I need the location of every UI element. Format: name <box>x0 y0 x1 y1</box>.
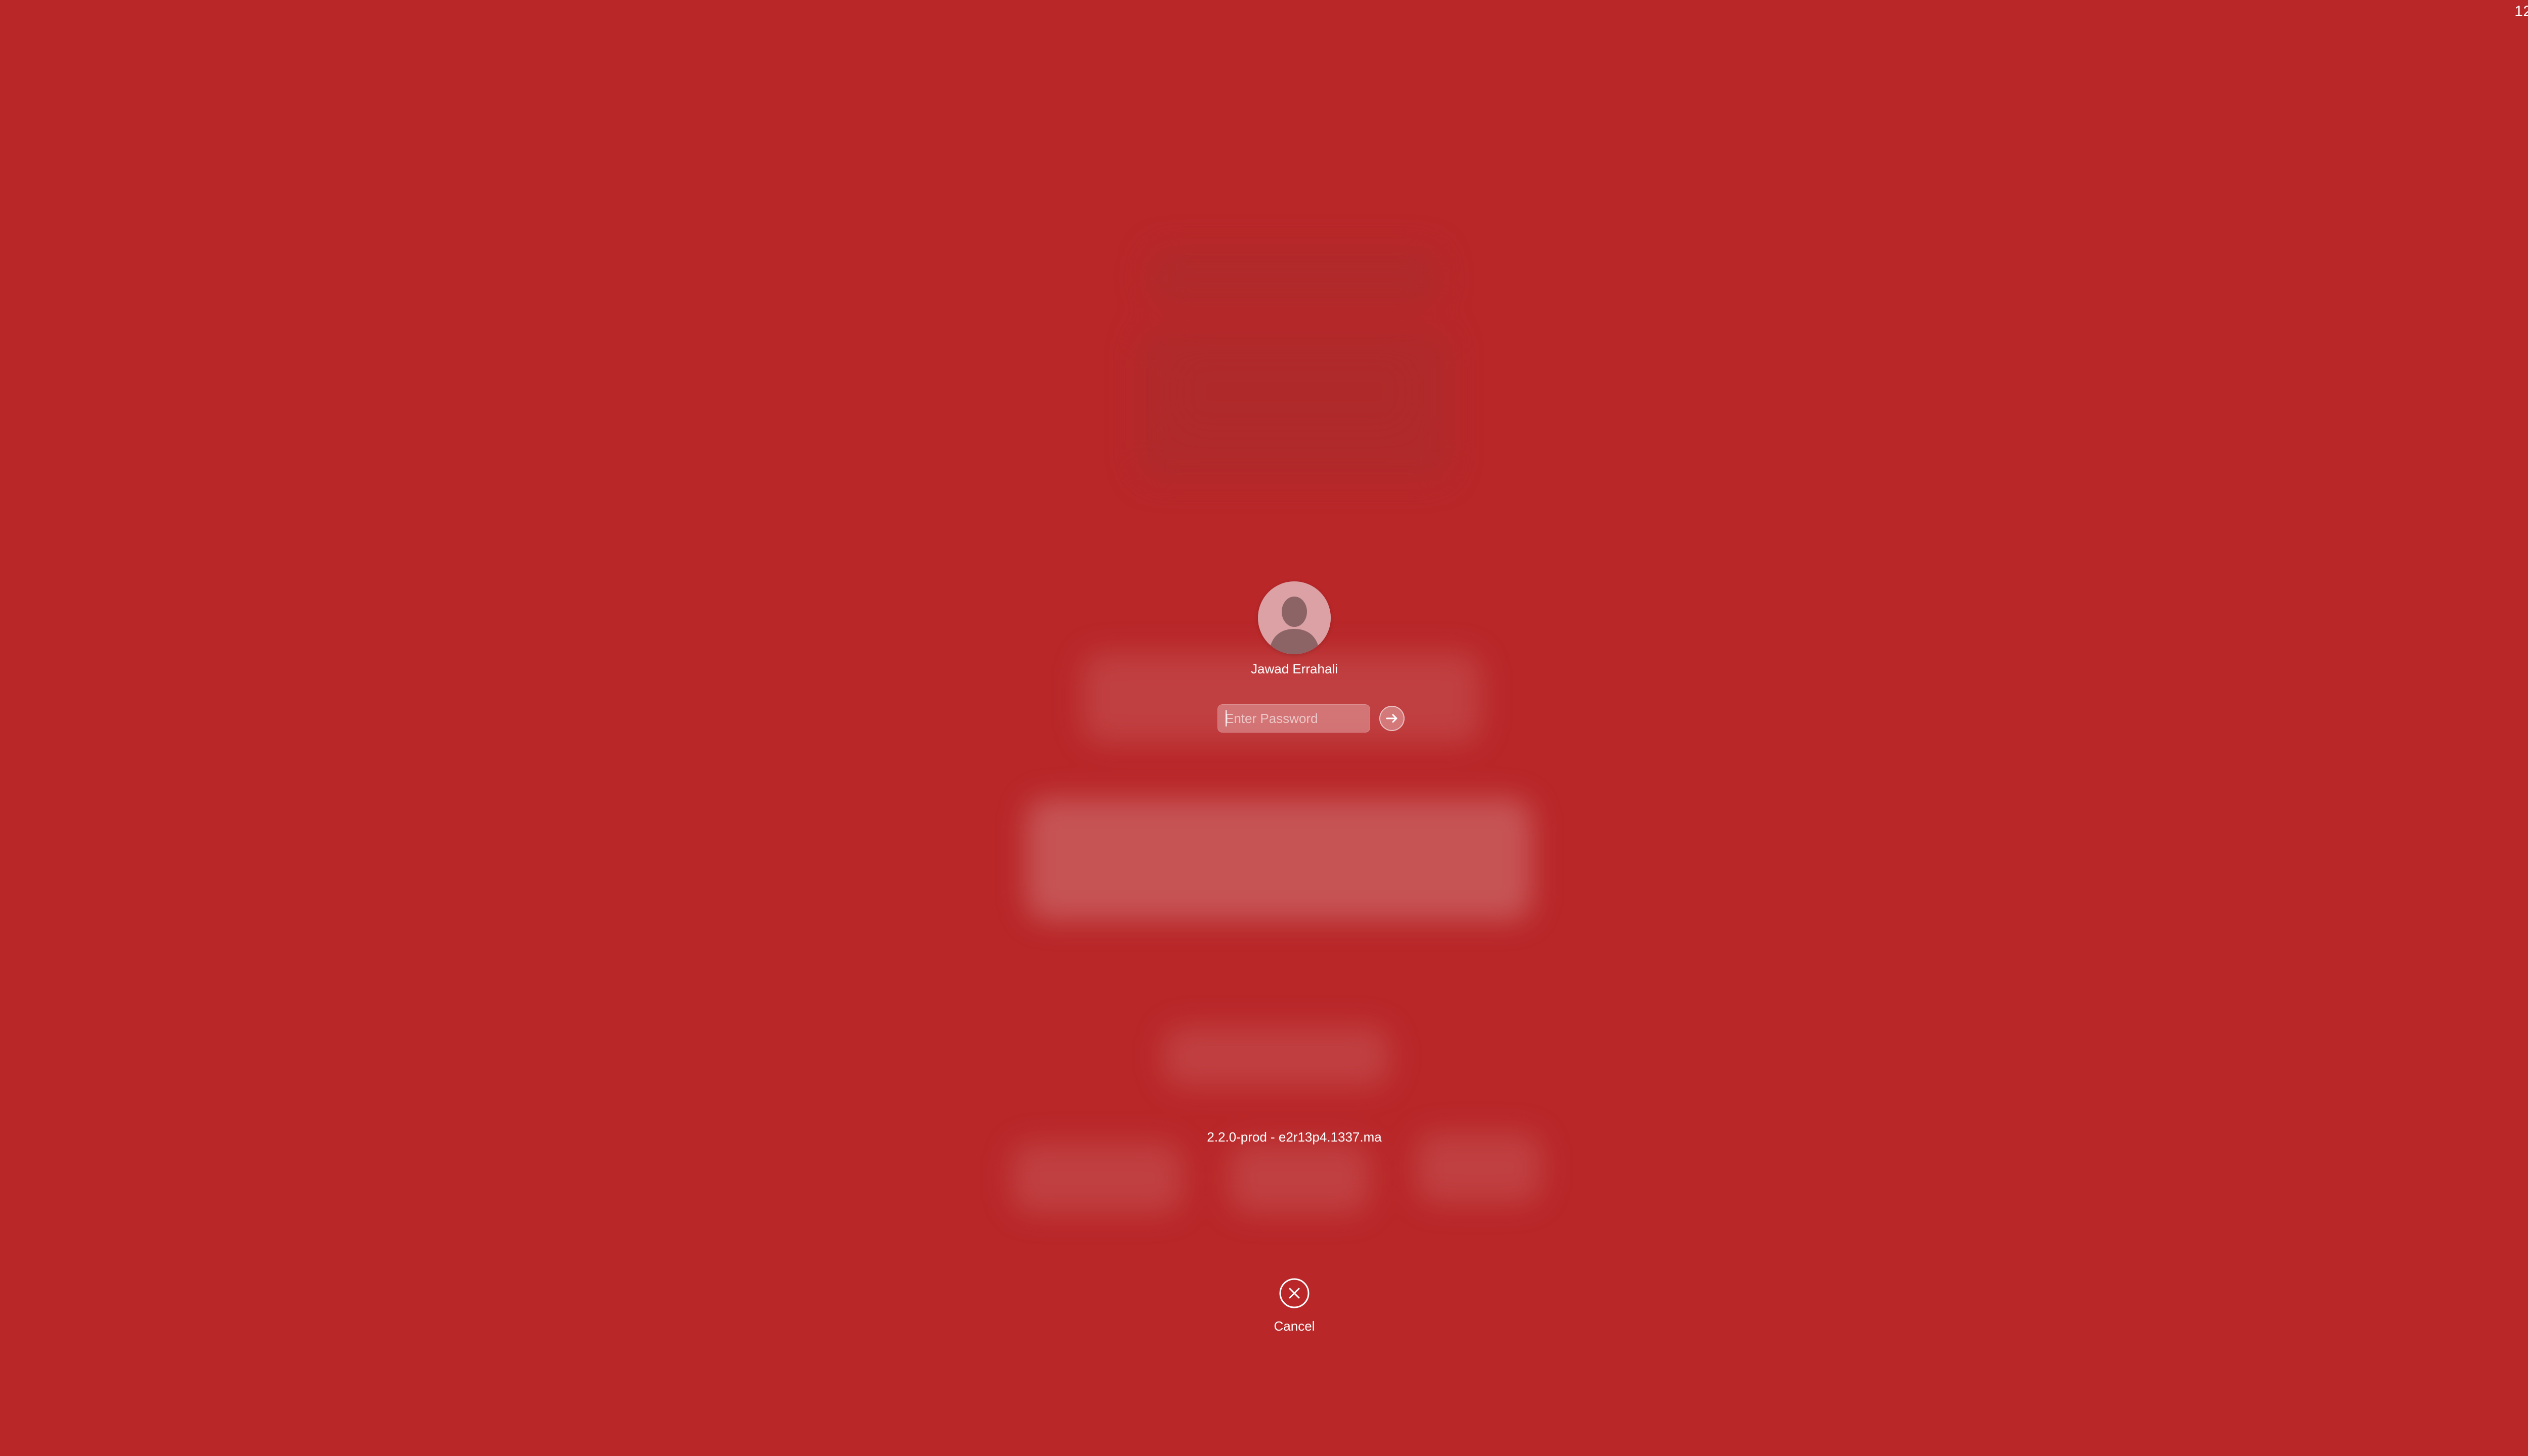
user-name: Jawad Errahali <box>1251 661 1338 676</box>
arrow-right-icon <box>1386 714 1397 723</box>
version-label: 2.2.0-prod - e2r13p4.1337.ma <box>1207 1129 1382 1145</box>
text-cursor <box>1226 710 1227 726</box>
cancel-label: Cancel <box>1274 1318 1315 1334</box>
user-silhouette-icon <box>1258 581 1331 654</box>
password-input[interactable] <box>1217 704 1370 733</box>
menu-bar-clock: 12:26 AM <box>2514 3 2528 20</box>
cancel-button[interactable]: Cancel <box>1244 1274 1345 1340</box>
user-avatar <box>1258 581 1331 654</box>
close-circle-icon <box>1279 1278 1310 1308</box>
login-submit-button[interactable] <box>1379 706 1405 731</box>
